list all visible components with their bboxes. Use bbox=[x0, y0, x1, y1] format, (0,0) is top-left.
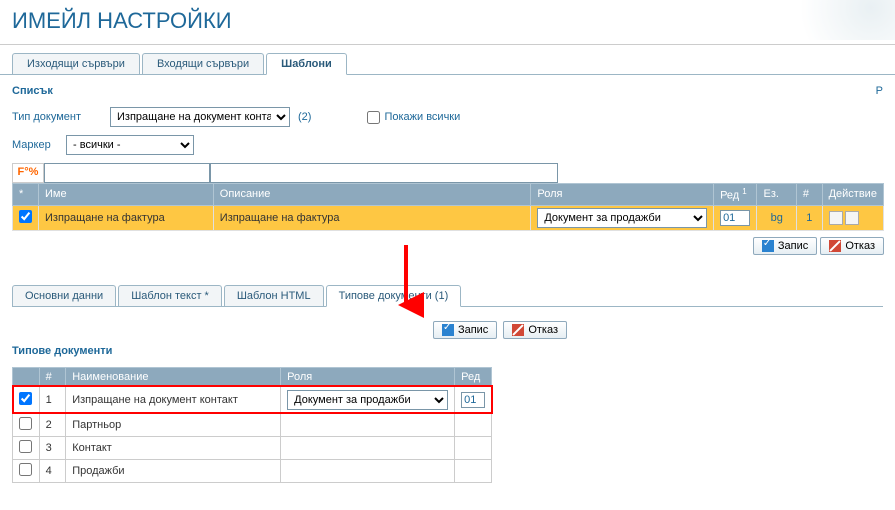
row-role-select[interactable]: Документ за продажби bbox=[537, 208, 707, 228]
doctypes-grid: # Наименование Роля Ред 1 Изпращане на д… bbox=[12, 367, 492, 483]
sg-row-checkbox[interactable] bbox=[19, 463, 32, 476]
search-name-input[interactable] bbox=[44, 163, 210, 183]
grid-h-ord[interactable]: Ред 1 bbox=[714, 184, 757, 206]
page-title: ИМЕЙЛ НАСТРОЙКИ bbox=[0, 0, 895, 45]
sg-row[interactable]: 1 Изпращане на документ контакт Документ… bbox=[13, 386, 492, 413]
row-lang[interactable]: bg bbox=[771, 212, 783, 224]
doc-type-select[interactable]: Изпращане на документ конта bbox=[110, 107, 290, 127]
sg-row-checkbox[interactable] bbox=[19, 392, 32, 405]
search-desc-input[interactable] bbox=[210, 163, 558, 183]
tab-templates[interactable]: Шаблони bbox=[266, 53, 347, 75]
row-num[interactable]: 1 bbox=[806, 212, 812, 224]
sg-row-name: Партньор bbox=[66, 413, 281, 436]
grid-h-num[interactable]: # bbox=[796, 184, 822, 206]
templates-grid: * Име Описание Роля Ред 1 Ез. # Действие… bbox=[12, 183, 884, 231]
doc-type-label: Тип документ bbox=[12, 111, 102, 123]
sub-save-button[interactable]: Запис bbox=[433, 321, 497, 339]
tab-incoming[interactable]: Входящи сървъри bbox=[142, 53, 264, 74]
sub-tabs: Основни данни Шаблон текст * Шаблон HTML… bbox=[12, 277, 883, 307]
sg-row-num: 1 bbox=[39, 386, 66, 413]
show-all-label: Покажи всички bbox=[384, 111, 460, 123]
sg-row-checkbox[interactable] bbox=[19, 440, 32, 453]
doc-type-count[interactable]: (2) bbox=[298, 111, 311, 123]
check-icon bbox=[442, 324, 454, 336]
grid-h-name[interactable]: Име bbox=[39, 184, 214, 206]
marker-label: Маркер bbox=[12, 139, 58, 151]
marker-select[interactable]: - всички - bbox=[66, 135, 194, 155]
row-ord-input[interactable] bbox=[720, 210, 750, 226]
sg-row-ord-input[interactable] bbox=[461, 392, 485, 408]
sg-row-role-select[interactable]: Документ за продажби bbox=[287, 390, 448, 410]
save-button[interactable]: Запис bbox=[753, 237, 817, 255]
top-right-link[interactable]: Р bbox=[876, 85, 883, 97]
sg-h-name[interactable]: Наименование bbox=[66, 367, 281, 386]
show-all-checkbox[interactable] bbox=[367, 111, 380, 124]
grid-h-act: Действие bbox=[822, 184, 883, 206]
sg-h-chk bbox=[13, 367, 40, 386]
grid-h-role[interactable]: Роля bbox=[531, 184, 714, 206]
subtab-text[interactable]: Шаблон текст * bbox=[118, 285, 222, 306]
grid-row[interactable]: Изпращане на фактура Изпращане на фактур… bbox=[13, 205, 884, 230]
main-tabs: Изходящи сървъри Входящи сървъри Шаблони bbox=[0, 45, 895, 75]
grid-h-desc[interactable]: Описание bbox=[213, 184, 531, 206]
sg-row[interactable]: 4 Продажби bbox=[13, 459, 492, 482]
search-prefix: F°% bbox=[12, 163, 44, 183]
sg-row-name: Продажби bbox=[66, 459, 281, 482]
sg-row-name: Контакт bbox=[66, 436, 281, 459]
row-name: Изпращане на фактура bbox=[39, 205, 214, 230]
sg-row-name: Изпращане на документ контакт bbox=[66, 386, 281, 413]
subtab-basic[interactable]: Основни данни bbox=[12, 285, 116, 306]
row-checkbox[interactable] bbox=[19, 210, 32, 223]
subtab-html[interactable]: Шаблон HTML bbox=[224, 285, 324, 306]
sg-h-ord[interactable]: Ред bbox=[455, 367, 492, 386]
subtab-doctypes[interactable]: Типове документи (1) bbox=[326, 285, 462, 307]
check-icon bbox=[762, 240, 774, 252]
sub-title: Типове документи bbox=[12, 345, 883, 357]
sg-h-role[interactable]: Роля bbox=[281, 367, 455, 386]
edit-icon[interactable] bbox=[829, 211, 843, 225]
sub-cancel-button[interactable]: Отказ bbox=[503, 321, 567, 339]
sg-row[interactable]: 3 Контакт bbox=[13, 436, 492, 459]
sg-h-num[interactable]: # bbox=[39, 367, 66, 386]
sg-row-num: 2 bbox=[39, 413, 66, 436]
cancel-button[interactable]: Отказ bbox=[820, 237, 884, 255]
sg-row[interactable]: 2 Партньор bbox=[13, 413, 492, 436]
sg-row-num: 3 bbox=[39, 436, 66, 459]
list-title: Списък bbox=[12, 85, 883, 97]
row-desc: Изпращане на фактура bbox=[213, 205, 531, 230]
sg-row-num: 4 bbox=[39, 459, 66, 482]
grid-h-lang[interactable]: Ез. bbox=[757, 184, 796, 206]
cancel-icon bbox=[512, 324, 524, 336]
delete-icon[interactable] bbox=[845, 211, 859, 225]
tab-outgoing[interactable]: Изходящи сървъри bbox=[12, 53, 140, 74]
grid-h-star: * bbox=[13, 184, 39, 206]
sg-row-checkbox[interactable] bbox=[19, 417, 32, 430]
cancel-icon bbox=[829, 240, 841, 252]
